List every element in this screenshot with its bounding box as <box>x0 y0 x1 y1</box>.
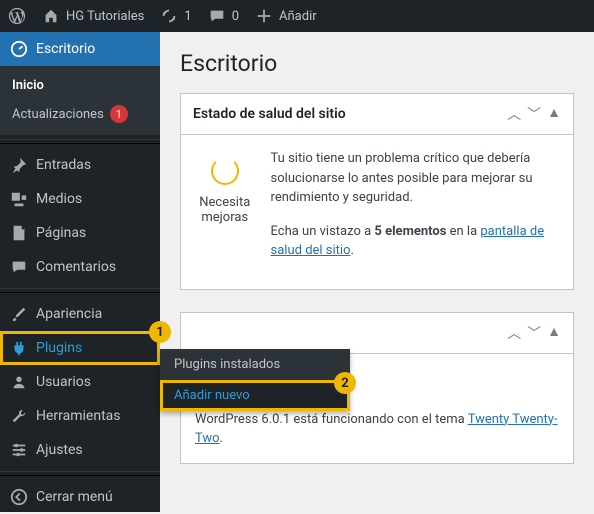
flyout-installed[interactable]: Plugins instalados <box>160 349 350 380</box>
menu-posts[interactable]: Entradas <box>0 148 160 182</box>
content-area: Escritorio Estado de salud del sitio ︿ ﹀… <box>160 32 594 512</box>
dashboard-icon <box>10 40 28 58</box>
menu-pages[interactable]: Páginas <box>0 216 160 250</box>
sliders-icon <box>10 441 28 459</box>
submenu-home[interactable]: Inicio <box>0 72 160 99</box>
menu-plugins[interactable]: Plugins 1 <box>0 331 160 365</box>
menu-media[interactable]: Medios <box>0 182 160 216</box>
collapse-icon <box>10 488 28 506</box>
brush-icon <box>10 305 28 323</box>
dashboard-submenu: Inicio Actualizaciones1 <box>0 66 160 135</box>
users-icon <box>10 373 28 391</box>
media-icon <box>10 190 28 208</box>
panel-down-icon[interactable]: ﹀ <box>527 323 541 343</box>
pin-icon <box>10 156 28 174</box>
plus-icon <box>255 7 273 25</box>
page-icon <box>10 224 28 242</box>
plugins-flyout: Plugins instalados Añadir nuevo 2 <box>160 349 350 411</box>
comments-bar[interactable]: 0 <box>200 0 247 32</box>
updates-badge: 1 <box>110 105 128 123</box>
page-title: Escritorio <box>180 50 574 77</box>
panel-toggle-icon[interactable]: ▲ <box>547 323 561 343</box>
health-spinner-icon <box>211 157 239 185</box>
menu-settings[interactable]: Ajustes <box>0 433 160 467</box>
home-icon <box>42 7 60 25</box>
collapse-menu[interactable]: Cerrar menú <box>0 480 160 514</box>
flyout-add-new[interactable]: Añadir nuevo 2 <box>160 380 350 411</box>
callout-marker-2: 2 <box>334 372 356 394</box>
panel-title: Estado de salud del sitio <box>193 106 346 122</box>
admin-sidebar: Escritorio Inicio Actualizaciones1 Entra… <box>0 32 160 512</box>
callout-marker-1: 1 <box>149 321 171 343</box>
wp-version: WordPress 6.0.1 está funcionando con el … <box>181 404 573 463</box>
plug-icon <box>10 339 28 357</box>
menu-appearance[interactable]: Apariencia <box>0 297 160 331</box>
menu-tools[interactable]: Herramientas <box>0 399 160 433</box>
updates-bar[interactable]: 1 <box>152 0 199 32</box>
menu-users[interactable]: Usuarios <box>0 365 160 399</box>
panel-toggle-icon[interactable]: ▲ <box>547 104 561 124</box>
panel-down-icon[interactable]: ﹀ <box>527 104 541 124</box>
wrench-icon <box>10 407 28 425</box>
wp-logo[interactable] <box>0 0 34 32</box>
health-panel: Estado de salud del sitio ︿ ﹀ ▲ Necesita… <box>180 93 574 290</box>
health-status: Necesita mejoras <box>197 195 253 225</box>
submenu-updates[interactable]: Actualizaciones1 <box>0 99 160 129</box>
panel-header[interactable]: Estado de salud del sitio ︿ ﹀ ▲ <box>181 94 573 135</box>
comment-icon <box>208 7 226 25</box>
wordpress-icon <box>8 7 26 25</box>
panel-up-icon[interactable]: ︿ <box>507 104 521 124</box>
admin-bar: HG Tutoriales 1 0 Añadir <box>0 0 594 32</box>
health-msg-2: Echa un vistazo a 5 elementos en la pant… <box>271 222 557 261</box>
health-msg-1: Tu sitio tiene un problema crítico que d… <box>271 149 557 208</box>
add-new-bar[interactable]: Añadir <box>247 0 325 32</box>
site-name[interactable]: HG Tutoriales <box>34 0 152 32</box>
refresh-icon <box>160 7 178 25</box>
comment-icon <box>10 258 28 276</box>
menu-comments[interactable]: Comentarios <box>0 250 160 284</box>
menu-dashboard[interactable]: Escritorio <box>0 32 160 66</box>
glance-header[interactable]: ︿ ﹀ ▲ <box>181 313 573 354</box>
panel-up-icon[interactable]: ︿ <box>507 323 521 343</box>
